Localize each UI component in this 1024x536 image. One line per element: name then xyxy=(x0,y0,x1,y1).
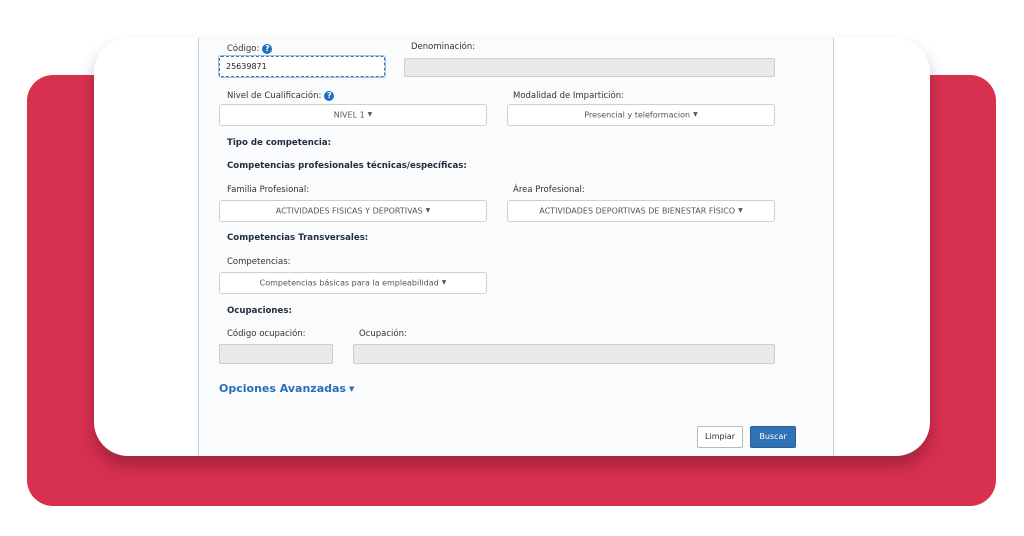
area-selected: ACTIVIDADES DEPORTIVAS DE BIENESTAR FÍSI… xyxy=(539,206,736,216)
screenshot-card: Código:? 25639871 Denominación: Nivel de… xyxy=(94,38,930,456)
competencias-selected: Competencias básicas para la empleabilid… xyxy=(259,278,439,288)
caret-down-icon: ▼ xyxy=(693,111,698,118)
area-label: Área Profesional: xyxy=(513,185,585,195)
caret-down-icon: ▼ xyxy=(425,207,431,214)
competencias-profesionales-heading: Competencias profesionales técnicas/espe… xyxy=(227,161,467,171)
help-icon[interactable]: ? xyxy=(324,91,335,101)
caret-down-icon: ▼ xyxy=(738,207,743,214)
modalidad-selected: Presencial y teleformacion xyxy=(584,110,691,120)
familia-dropdown[interactable]: ACTIVIDADES FISICAS Y DEPORTIVAS ▼ xyxy=(219,200,487,222)
buscar-button[interactable]: Buscar xyxy=(750,426,796,448)
codigo-input[interactable]: 25639871 xyxy=(218,55,386,78)
competencias-dropdown[interactable]: Competencias básicas para la empleabilid… xyxy=(219,272,487,294)
modalidad-label: Modalidad de Impartición: xyxy=(513,91,624,101)
familia-selected: ACTIVIDADES FISICAS Y DEPORTIVAS xyxy=(275,206,423,216)
caret-down-icon: ▼ xyxy=(367,111,373,118)
ocupaciones-heading: Ocupaciones: xyxy=(227,306,292,316)
area-dropdown[interactable]: ACTIVIDADES DEPORTIVAS DE BIENESTAR FÍSI… xyxy=(507,200,775,222)
codigo-label: Código: xyxy=(227,44,260,54)
competencias-transversales-heading: Competencias Transversales: xyxy=(227,233,369,243)
caret-down-icon: ▼ xyxy=(441,279,447,286)
nivel-label: Nivel de Cualificación: xyxy=(227,91,322,101)
codigo-ocupacion-label: Código ocupación: xyxy=(227,329,306,339)
search-form-panel: Código:? 25639871 Denominación: Nivel de… xyxy=(198,38,834,456)
modalidad-dropdown[interactable]: Presencial y teleformacion ▼ xyxy=(507,104,775,126)
codigo-ocupacion-input[interactable] xyxy=(219,344,333,364)
help-icon[interactable]: ? xyxy=(262,44,273,54)
codigo-label-row: Código:? xyxy=(227,44,273,54)
opciones-avanzadas-toggle[interactable]: Opciones Avanzadas ▼ xyxy=(219,382,354,395)
denominacion-input[interactable] xyxy=(404,58,775,77)
caret-down-icon: ▼ xyxy=(348,385,355,393)
opciones-avanzadas-label: Opciones Avanzadas xyxy=(219,382,346,395)
competencias-label: Competencias: xyxy=(227,257,291,267)
tipo-competencia-heading: Tipo de competencia: xyxy=(227,138,332,148)
ocupacion-label: Ocupación: xyxy=(359,329,407,339)
familia-label: Familia Profesional: xyxy=(227,185,310,195)
limpiar-button[interactable]: Limpiar xyxy=(697,426,743,448)
ocupacion-input[interactable] xyxy=(353,344,775,364)
nivel-label-row: Nivel de Cualificación:? xyxy=(227,91,335,101)
nivel-dropdown[interactable]: NIVEL 1 ▼ xyxy=(219,104,487,126)
denominacion-label: Denominación: xyxy=(411,42,476,52)
nivel-selected: NIVEL 1 xyxy=(333,110,365,120)
